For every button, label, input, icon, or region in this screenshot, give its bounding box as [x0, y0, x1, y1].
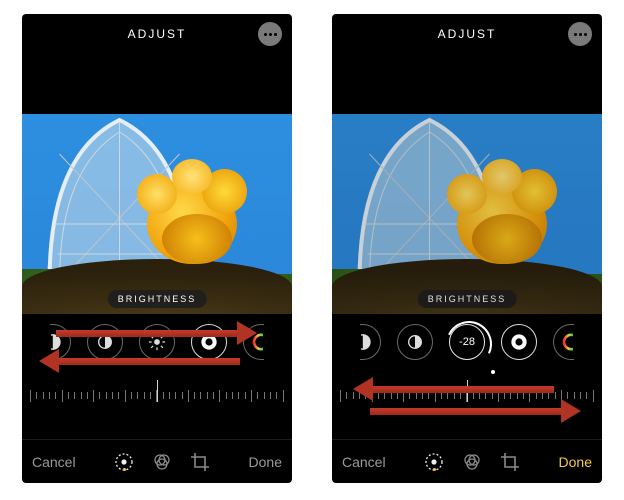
top-bar: ADJUST — [22, 14, 292, 54]
contrast-control[interactable] — [397, 324, 433, 360]
done-button[interactable]: Done — [249, 454, 282, 470]
more-button[interactable] — [568, 22, 592, 46]
editor-screen-before: ADJUST — [22, 14, 292, 483]
parameter-label: BRIGHTNESS — [418, 290, 517, 308]
value-slider[interactable] — [332, 376, 602, 416]
photo-preview: BRIGHTNESS — [22, 114, 292, 314]
cancel-button[interactable]: Cancel — [32, 454, 76, 470]
active-indicator — [123, 468, 126, 471]
filters-tab[interactable] — [461, 451, 483, 473]
ellipsis-icon — [264, 33, 277, 36]
adjust-controls — [22, 314, 292, 416]
brightness-control[interactable]: -28 — [449, 324, 485, 360]
top-bar: ADJUST — [332, 14, 602, 54]
blackpoint-control[interactable] — [501, 324, 537, 360]
photo-preview: BRIGHTNESS — [332, 114, 602, 314]
adjust-tab[interactable] — [423, 451, 445, 473]
contrast-control[interactable] — [87, 324, 123, 360]
active-indicator — [433, 468, 436, 471]
bottom-bar: Cancel Done — [22, 439, 292, 483]
crop-tab[interactable] — [499, 451, 521, 473]
origin-indicator — [491, 370, 495, 374]
blackpoint-control[interactable] — [191, 324, 227, 360]
mode-title: ADJUST — [128, 27, 187, 41]
parameter-label: BRIGHTNESS — [108, 290, 207, 308]
saturation-control[interactable] — [243, 324, 264, 360]
ellipsis-icon — [574, 33, 587, 36]
value-arc — [440, 315, 499, 374]
exposure-control[interactable] — [50, 324, 71, 360]
mode-title: ADJUST — [438, 27, 497, 41]
adjust-tab[interactable] — [113, 451, 135, 473]
done-button[interactable]: Done — [559, 454, 592, 470]
parameter-row[interactable]: -28 — [332, 314, 602, 370]
crop-tab[interactable] — [189, 451, 211, 473]
bottom-bar: Cancel Done — [332, 439, 602, 483]
filters-tab[interactable] — [151, 451, 173, 473]
editor-screen-after: ADJUST — [332, 14, 602, 483]
parameter-row[interactable] — [22, 314, 292, 370]
cancel-button[interactable]: Cancel — [342, 454, 386, 470]
adjust-controls: -28 — [332, 314, 602, 416]
value-slider[interactable] — [22, 376, 292, 416]
exposure-control[interactable] — [360, 324, 381, 360]
brightness-control[interactable] — [139, 324, 175, 360]
more-button[interactable] — [258, 22, 282, 46]
saturation-control[interactable] — [553, 324, 574, 360]
